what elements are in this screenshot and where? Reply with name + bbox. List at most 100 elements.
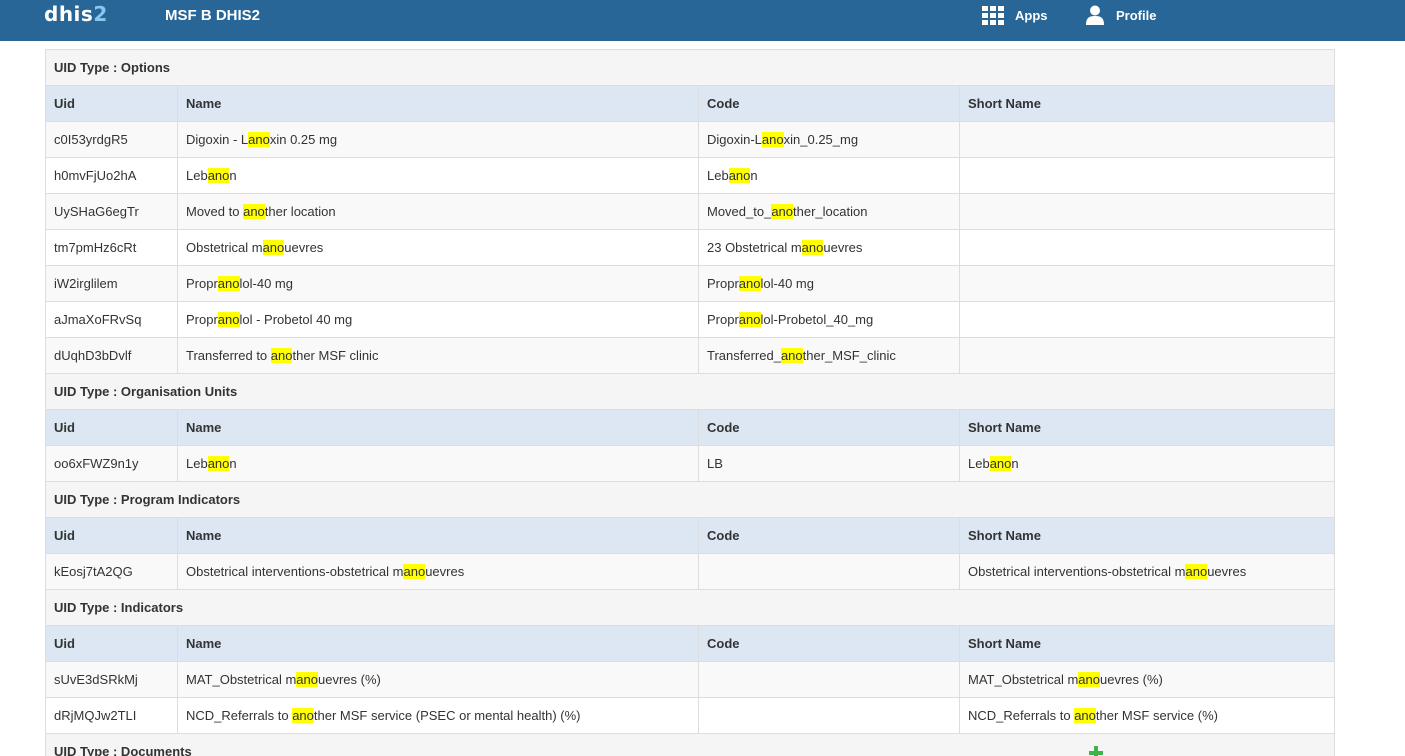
short-name-cell: NCD_Referrals to another MSF service (%) — [958, 697, 1336, 734]
name-cell: NCD_Referrals to another MSF service (PS… — [177, 697, 699, 734]
uid-type-title: UID Type : Indicators — [44, 589, 1336, 626]
search-match-highlight: ano — [262, 240, 285, 255]
name-column-header: Name — [177, 625, 699, 662]
profile-label: Profile — [1116, 7, 1157, 23]
column-header-row: Uid Name Code Short Name — [45, 409, 1336, 446]
top-navigation-bar: dhis2 MSF B DHIS2 Apps Profile — [0, 0, 1405, 41]
uid-type-title: UID Type : Program Indicators — [44, 481, 1336, 518]
short-name-column-header: Short Name — [958, 517, 1336, 554]
short-name-cell — [958, 301, 1336, 338]
apps-grid-icon — [982, 6, 1004, 25]
uid-column-header: Uid — [45, 85, 178, 122]
table-row: dUqhD3bDvlf Transferred to another MSF cl… — [45, 337, 1336, 374]
code-column-header: Code — [698, 625, 960, 662]
search-match-highlight: ano — [217, 276, 240, 291]
logo-text: dhis — [44, 2, 94, 26]
uid-type-section-header: UID Type : Indicators — [44, 589, 1336, 626]
short-name-cell: MAT_Obstetrical manouevres (%) — [958, 661, 1336, 698]
code-cell: Moved_to_another_location — [698, 193, 960, 230]
name-cell: Propranolol - Probetol 40 mg — [177, 301, 699, 338]
search-results-panel: UID Type : Options Uid Name Code Short Name c… — [44, 49, 1336, 756]
search-match-highlight: ano — [296, 672, 318, 687]
search-match-highlight: ano — [780, 348, 803, 363]
uid-type-title: UID Type : Organisation Units — [44, 373, 1336, 410]
short-name-column-header: Short Name — [958, 409, 1336, 446]
search-match-highlight: ano — [771, 204, 794, 219]
table-row: tm7pmHz6cRt Obstetrical manouevres 23 Obst… — [45, 229, 1336, 266]
search-match-highlight: ano — [270, 348, 293, 363]
uid-cell[interactable]: sUvE3dSRkMj — [45, 661, 178, 698]
short-name-cell — [958, 265, 1336, 302]
logo-number: 2 — [93, 2, 108, 26]
code-cell — [698, 661, 960, 698]
name-cell: Obstetrical interventions-obstetrical ma… — [177, 553, 699, 590]
table-row: iW2irglilem Propranolol-40 mg Propranolol-… — [45, 265, 1336, 302]
name-cell: MAT_Obstetrical manouevres (%) — [177, 661, 699, 698]
code-cell: Lebanon — [698, 157, 960, 194]
short-name-cell: Obstetrical interventions-obstetrical ma… — [958, 553, 1336, 590]
short-name-cell — [958, 337, 1336, 374]
uid-type-section-header: UID Type : Program Indicators — [44, 481, 1336, 518]
search-match-highlight: ano — [738, 276, 761, 291]
uid-type-title: UID Type : Options — [44, 49, 1336, 86]
table-row: kEosj7tA2QG Obstetrical interventions-obs… — [45, 553, 1336, 590]
search-match-highlight: ano — [989, 456, 1012, 471]
code-cell: Digoxin-Lanoxin_0.25_mg — [698, 121, 960, 158]
code-column-header: Code — [698, 85, 960, 122]
uid-cell[interactable]: aJmaXoFRvSq — [45, 301, 178, 338]
table-row: oo6xFWZ9n1y Lebanon LB Lebanon — [45, 445, 1336, 482]
column-header-row: Uid Name Code Short Name — [45, 85, 1336, 122]
uid-type-section-header: UID Type : Organisation Units — [44, 373, 1336, 410]
uid-column-header: Uid — [45, 409, 178, 446]
uid-cell[interactable]: dUqhD3bDvlf — [45, 337, 178, 374]
uid-cell[interactable]: oo6xFWZ9n1y — [45, 445, 178, 482]
table-row: sUvE3dSRkMj MAT_Obstetrical manouevres (%… — [45, 661, 1336, 698]
name-cell: Digoxin - Lanoxin 0.25 mg — [177, 121, 699, 158]
search-match-highlight: ano — [243, 204, 265, 219]
short-name-cell — [958, 193, 1336, 230]
instance-title: MSF B DHIS2 — [165, 7, 261, 24]
name-cell: Propranolol-40 mg — [177, 265, 699, 302]
table-row: aJmaXoFRvSq Propranolol - Probetol 40 mg P… — [45, 301, 1336, 338]
uid-cell[interactable]: h0mvFjUo2hA — [45, 157, 178, 194]
uid-cell[interactable]: dRjMQJw2TLI — [45, 697, 178, 734]
short-name-cell: Lebanon — [958, 445, 1336, 482]
profile-menu-button[interactable]: Profile — [1086, 4, 1156, 26]
dhis2-logo[interactable]: dhis2 — [44, 2, 108, 26]
short-name-cell — [958, 229, 1336, 266]
uid-cell[interactable]: c0I53yrdgR5 — [45, 121, 178, 158]
search-match-highlight: ano — [292, 708, 314, 723]
short-name-column-header: Short Name — [958, 625, 1336, 662]
search-match-highlight: ano — [728, 168, 751, 183]
code-column-header: Code — [698, 517, 960, 554]
uid-cell[interactable]: UySHaG6egTr — [45, 193, 178, 230]
short-name-column-header: Short Name — [958, 85, 1336, 122]
short-name-cell — [958, 121, 1336, 158]
apps-menu-button[interactable]: Apps — [982, 5, 1048, 25]
search-match-highlight: ano — [738, 312, 761, 327]
search-match-highlight: ano — [801, 240, 824, 255]
table-row: c0I53yrdgR5 Digoxin - Lanoxin 0.25 mg Digo… — [45, 121, 1336, 158]
uid-type-section-header: UID Type : Options — [44, 49, 1336, 86]
uid-cell[interactable]: iW2irglilem — [45, 265, 178, 302]
name-cell: Obstetrical manouevres — [177, 229, 699, 266]
name-column-header: Name — [177, 517, 699, 554]
search-match-highlight: ano — [207, 456, 230, 471]
name-cell: Lebanon — [177, 445, 699, 482]
column-header-row: Uid Name Code Short Name — [45, 625, 1336, 662]
search-match-highlight: ano — [248, 132, 270, 147]
code-cell: Propranolol-Probetol_40_mg — [698, 301, 960, 338]
name-column-header: Name — [177, 409, 699, 446]
name-column-header: Name — [177, 85, 699, 122]
short-name-cell — [958, 157, 1336, 194]
uid-cell[interactable]: kEosj7tA2QG — [45, 553, 178, 590]
code-cell: 23 Obstetrical manouevres — [698, 229, 960, 266]
column-header-row: Uid Name Code Short Name — [45, 517, 1336, 554]
search-match-highlight: ano — [761, 132, 784, 147]
uid-cell[interactable]: tm7pmHz6cRt — [45, 229, 178, 266]
code-cell — [698, 553, 960, 590]
add-icon[interactable] — [1089, 746, 1103, 756]
table-row: dRjMQJw2TLI NCD_Referrals to another MSF … — [45, 697, 1336, 734]
code-cell: Transferred_another_MSF_clinic — [698, 337, 960, 374]
name-cell: Moved to another location — [177, 193, 699, 230]
